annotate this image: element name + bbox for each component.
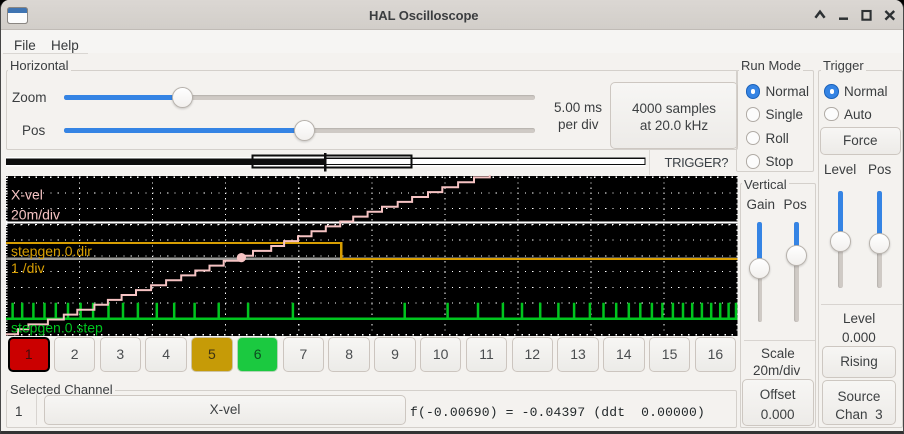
svg-text:20m/div: 20m/div — [11, 206, 60, 222]
svg-text:X-vel: X-vel — [11, 187, 43, 203]
svg-text:1 /div: 1 /div — [11, 260, 44, 276]
svg-text:stepgen.0.dir: stepgen.0.dir — [11, 243, 92, 259]
svg-text:stepgen.0.step: stepgen.0.step — [11, 320, 103, 336]
